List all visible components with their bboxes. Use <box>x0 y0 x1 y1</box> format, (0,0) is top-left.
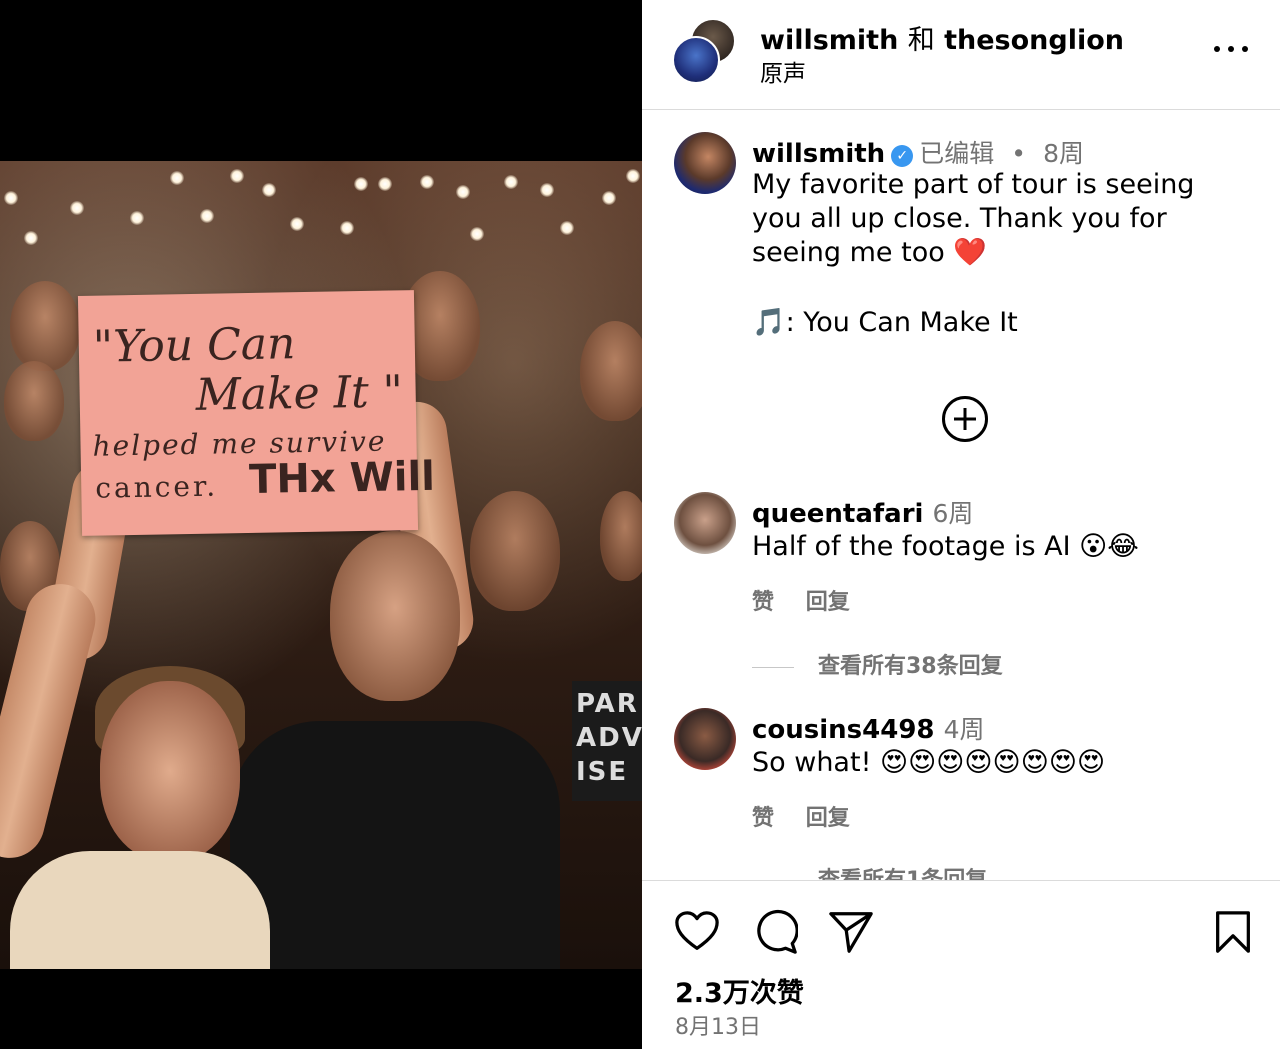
raised-arm <box>0 576 103 866</box>
avatar-willsmith[interactable] <box>672 36 720 84</box>
plus-circle-icon[interactable] <box>942 396 988 442</box>
phone-light <box>540 183 554 197</box>
reply-button[interactable]: 回复 <box>806 590 850 615</box>
comment-username[interactable]: queentafari <box>752 499 923 529</box>
send-icon[interactable] <box>828 909 874 955</box>
crowd-person <box>470 491 560 611</box>
crowd-person <box>600 491 642 581</box>
phone-light <box>626 169 640 183</box>
comment-username[interactable]: cousins4498 <box>752 715 935 745</box>
verified-badge-icon: ✓ <box>891 145 914 167</box>
collab-usernames: willsmith 和 thesonglion <box>760 18 1124 57</box>
phone-light <box>354 177 368 191</box>
shirt-print-text: PAR ADV ISE <box>572 681 642 801</box>
phone-light <box>456 185 470 199</box>
caption-header: willsmith ✓ 已编辑 • 8周 <box>752 134 1084 170</box>
phone-light <box>200 209 214 223</box>
phone-light <box>420 175 434 189</box>
comment-time[interactable]: 6周 <box>933 499 974 528</box>
crowd-person <box>580 321 642 421</box>
caption-avatar[interactable] <box>674 132 736 194</box>
phone-light <box>70 201 84 215</box>
comment-icon[interactable] <box>752 909 798 955</box>
phone-light <box>378 177 392 191</box>
post-header: willsmith 和 thesonglion 原声 <box>642 0 1280 110</box>
instagram-post-view: PAR ADV ISE "You Can Make It " helped me… <box>0 0 1280 1049</box>
post-side-panel: willsmith 和 thesonglion 原声 willsmith ✓ 已编辑… <box>642 0 1280 1049</box>
post-media[interactable]: PAR ADV ISE "You Can Make It " helped me… <box>0 0 642 1049</box>
more-dot <box>1242 46 1248 52</box>
phone-light <box>602 191 616 205</box>
man-black-shirt <box>230 721 560 969</box>
man-face <box>330 531 460 701</box>
more-dot <box>1228 46 1234 52</box>
phone-light <box>290 217 304 231</box>
caption-music: 🎵: You Can Make It <box>752 307 1018 338</box>
post-actions-bar: 2.3万次赞 8月13日 <box>642 880 1280 1049</box>
comment-text: Half of the footage is AI 😮😂 <box>752 531 1139 562</box>
sign-line-5: THx Will <box>248 453 436 503</box>
phone-light <box>470 227 484 241</box>
phone-light <box>130 211 144 225</box>
comment-avatar[interactable] <box>674 492 736 554</box>
audio-label[interactable]: 原声 <box>760 54 806 88</box>
bookmark-icon[interactable] <box>1210 909 1256 955</box>
like-comment-button[interactable]: 赞 <box>752 590 774 615</box>
phone-light <box>4 191 18 205</box>
like-comment-button[interactable]: 赞 <box>752 806 774 831</box>
phone-light <box>230 169 244 183</box>
handwritten-sign: "You Can Make It " helped me survive can… <box>77 290 435 536</box>
comments-list[interactable]: willsmith ✓ 已编辑 • 8周 My favorite part of t… <box>642 110 1280 880</box>
caption-username[interactable]: willsmith <box>752 139 885 169</box>
post-date[interactable]: 8月13日 <box>675 1009 761 1041</box>
woman-top <box>10 851 270 969</box>
comment-header: cousins4498 4周 <box>752 710 985 746</box>
more-dot <box>1214 46 1220 52</box>
comment-actions: 赞 回复 <box>752 584 874 616</box>
sign-line-1: "You Can <box>92 318 296 373</box>
phone-light <box>340 221 354 235</box>
view-replies-button[interactable]: 查看所有38条回复 <box>752 648 1003 680</box>
heart-icon[interactable] <box>674 909 720 955</box>
phone-light <box>24 231 38 245</box>
view-replies-button[interactable]: 查看所有1条回复 <box>752 862 987 880</box>
comment-text: So what! 😍😍😍😍😍😍😍😍 <box>752 747 1106 778</box>
comment-avatar[interactable] <box>674 708 736 770</box>
more-icon[interactable] <box>1214 36 1248 62</box>
edited-label: 已编辑 <box>919 139 995 168</box>
meta-dot: • <box>1011 139 1027 168</box>
comment-header: queentafari 6周 <box>752 494 973 530</box>
like-count[interactable]: 2.3万次赞 <box>675 971 804 1010</box>
phone-light <box>504 175 518 189</box>
caption-time[interactable]: 8周 <box>1043 139 1084 168</box>
collab-avatars[interactable] <box>672 18 738 84</box>
reply-button[interactable]: 回复 <box>806 806 850 831</box>
sign-line-2: Make It " <box>195 366 404 421</box>
crowd-person <box>4 361 64 441</box>
header-username-willsmith[interactable]: willsmith <box>760 25 898 56</box>
phone-light <box>170 171 184 185</box>
header-conjunction: 和 <box>907 25 935 56</box>
phone-light <box>262 183 276 197</box>
caption-text: My favorite part of tour is seeing you a… <box>752 169 1204 268</box>
phone-light <box>560 221 574 235</box>
header-username-thesonglion[interactable]: thesonglion <box>944 25 1124 56</box>
comment-time[interactable]: 4周 <box>944 715 985 744</box>
concert-photo: PAR ADV ISE "You Can Make It " helped me… <box>0 161 642 969</box>
comment-actions: 赞 回复 <box>752 800 874 832</box>
woman-face <box>100 681 240 861</box>
sign-line-4: cancer. <box>95 469 219 505</box>
crowd-person <box>10 281 80 371</box>
